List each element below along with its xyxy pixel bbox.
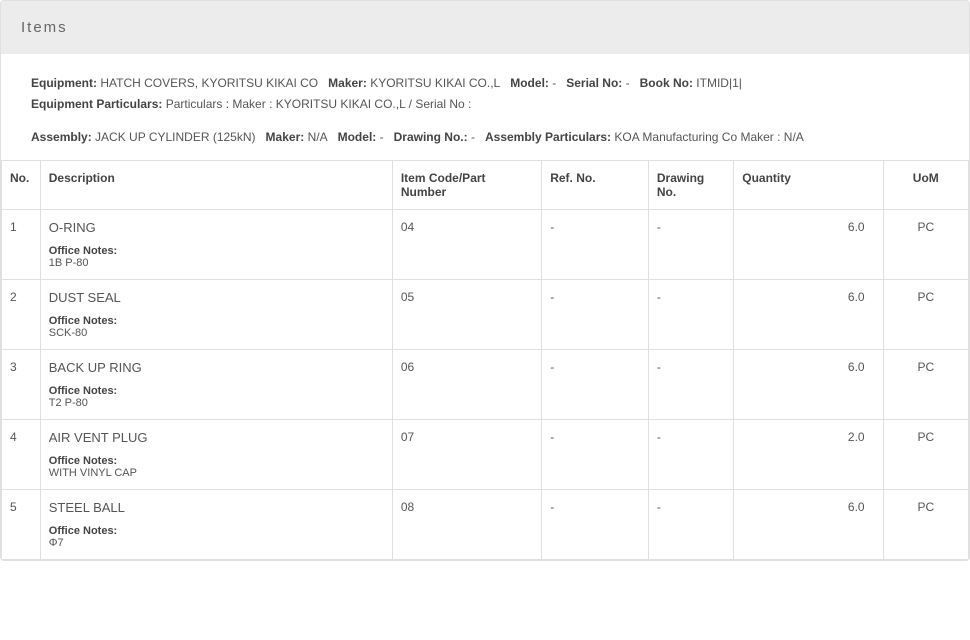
cell-uom: PC bbox=[883, 419, 968, 489]
cell-drawing-no: - bbox=[648, 419, 733, 489]
cell-description: BACK UP RING Office Notes:T2 P-80 bbox=[40, 349, 392, 419]
cell-description: O-RING Office Notes:1B P-80 bbox=[40, 209, 392, 279]
info-label: Assembly Particulars: bbox=[485, 130, 614, 144]
cell-uom: PC bbox=[883, 349, 968, 419]
cell-uom: PC bbox=[883, 279, 968, 349]
office-notes-label: Office Notes: bbox=[49, 315, 384, 327]
info-value: - bbox=[471, 130, 475, 144]
cell-ref-no: - bbox=[542, 489, 649, 559]
panel-header: Items bbox=[1, 1, 969, 54]
cell-item-code: 04 bbox=[392, 209, 541, 279]
info-line-3: Assembly: JACK UP CYLINDER (125kN) Maker… bbox=[31, 128, 939, 147]
table-row: 2DUST SEALOffice Notes:SCK-8005--6.0PC bbox=[2, 279, 969, 349]
cell-drawing-no: - bbox=[648, 279, 733, 349]
cell-ref-no: - bbox=[542, 209, 649, 279]
office-notes-label: Office Notes: bbox=[49, 385, 384, 397]
info-value: JACK UP CYLINDER (125kN) bbox=[95, 130, 256, 144]
cell-quantity: 2.0 bbox=[734, 419, 883, 489]
office-notes-label: Office Notes: bbox=[49, 245, 384, 257]
info-value: ITMID|1| bbox=[696, 76, 742, 90]
cell-no: 4 bbox=[2, 419, 41, 489]
cell-description: STEEL BALL Office Notes:Φ7 bbox=[40, 489, 392, 559]
office-notes-label: Office Notes: bbox=[49, 525, 384, 537]
description-text: BACK UP RING bbox=[49, 360, 384, 375]
office-notes-value: T2 P-80 bbox=[49, 397, 384, 409]
description-text: AIR VENT PLUG bbox=[49, 430, 384, 445]
cell-item-code: 05 bbox=[392, 279, 541, 349]
cell-drawing-no: - bbox=[648, 209, 733, 279]
cell-item-code: 07 bbox=[392, 419, 541, 489]
description-text: O-RING bbox=[49, 220, 384, 235]
office-notes-value: WITH VINYL CAP bbox=[49, 467, 384, 479]
table-row: 1O-RINGOffice Notes:1B P-8004--6.0PC bbox=[2, 209, 969, 279]
office-notes-value: Φ7 bbox=[49, 537, 384, 549]
info-value: KOA Manufacturing Co Maker : N/A bbox=[614, 130, 803, 144]
info-label: Book No: bbox=[640, 76, 697, 90]
info-value: HATCH COVERS, KYORITSU KIKAI CO bbox=[100, 76, 318, 90]
cell-item-code: 06 bbox=[392, 349, 541, 419]
info-label: Serial No: bbox=[566, 76, 625, 90]
cell-description: AIR VENT PLUG Office Notes:WITH VINYL CAP bbox=[40, 419, 392, 489]
info-label: Assembly: bbox=[31, 130, 95, 144]
cell-no: 5 bbox=[2, 489, 41, 559]
info-value: - bbox=[626, 76, 630, 90]
info-label: Drawing No.: bbox=[394, 130, 471, 144]
cell-quantity: 6.0 bbox=[734, 279, 883, 349]
info-label: Equipment Particulars: bbox=[31, 97, 166, 111]
panel-title: Items bbox=[21, 19, 68, 36]
table-row: 4 AIR VENT PLUG Office Notes:WITH VINYL CA… bbox=[2, 419, 969, 489]
info-value: KYORITSU KIKAI CO.,L bbox=[370, 76, 500, 90]
cell-item-code: 08 bbox=[392, 489, 541, 559]
info-label: Model: bbox=[510, 76, 552, 90]
info-label: Maker: bbox=[328, 76, 370, 90]
col-quantity: Quantity bbox=[734, 160, 883, 209]
equipment-info: Equipment: HATCH COVERS, KYORITSU KIKAI … bbox=[1, 54, 969, 160]
cell-drawing-no: - bbox=[648, 349, 733, 419]
cell-no: 3 bbox=[2, 349, 41, 419]
items-table: No. Description Item Code/Part Number Re… bbox=[1, 160, 969, 560]
cell-ref-no: - bbox=[542, 419, 649, 489]
col-ref-no: Ref. No. bbox=[542, 160, 649, 209]
col-uom: UoM bbox=[883, 160, 968, 209]
col-description: Description bbox=[40, 160, 392, 209]
table-header-row: No. Description Item Code/Part Number Re… bbox=[2, 160, 969, 209]
cell-quantity: 6.0 bbox=[734, 489, 883, 559]
cell-ref-no: - bbox=[542, 279, 649, 349]
cell-no: 1 bbox=[2, 209, 41, 279]
col-drawing-no: Drawing No. bbox=[648, 160, 733, 209]
cell-drawing-no: - bbox=[648, 489, 733, 559]
cell-quantity: 6.0 bbox=[734, 349, 883, 419]
info-label: Model: bbox=[338, 130, 380, 144]
cell-uom: PC bbox=[883, 489, 968, 559]
cell-description: DUST SEAL Office Notes:SCK-80 bbox=[40, 279, 392, 349]
office-notes-value: SCK-80 bbox=[49, 327, 384, 339]
info-label: Equipment: bbox=[31, 76, 100, 90]
office-notes-value: 1B P-80 bbox=[49, 257, 384, 269]
cell-uom: PC bbox=[883, 209, 968, 279]
table-row: 3BACK UP RINGOffice Notes:T2 P-8006--6.0… bbox=[2, 349, 969, 419]
info-value: Particulars : Maker : KYORITSU KIKAI CO.… bbox=[166, 97, 472, 111]
info-value: N/A bbox=[308, 130, 328, 144]
info-line-1: Equipment: HATCH COVERS, KYORITSU KIKAI … bbox=[31, 74, 939, 93]
description-text: STEEL BALL bbox=[49, 500, 384, 515]
table-row: 5STEEL BALLOffice Notes:Φ708--6.0PC bbox=[2, 489, 969, 559]
cell-no: 2 bbox=[2, 279, 41, 349]
description-text: DUST SEAL bbox=[49, 290, 384, 305]
col-no: No. bbox=[2, 160, 41, 209]
items-panel: Items Equipment: HATCH COVERS, KYORITSU … bbox=[0, 0, 970, 561]
info-label: Maker: bbox=[266, 130, 308, 144]
info-line-2: Equipment Particulars: Particulars : Mak… bbox=[31, 95, 939, 114]
office-notes-label: Office Notes: bbox=[49, 455, 384, 467]
cell-ref-no: - bbox=[542, 349, 649, 419]
col-item-code: Item Code/Part Number bbox=[392, 160, 541, 209]
cell-quantity: 6.0 bbox=[734, 209, 883, 279]
info-value: - bbox=[380, 130, 384, 144]
info-value: - bbox=[552, 76, 556, 90]
